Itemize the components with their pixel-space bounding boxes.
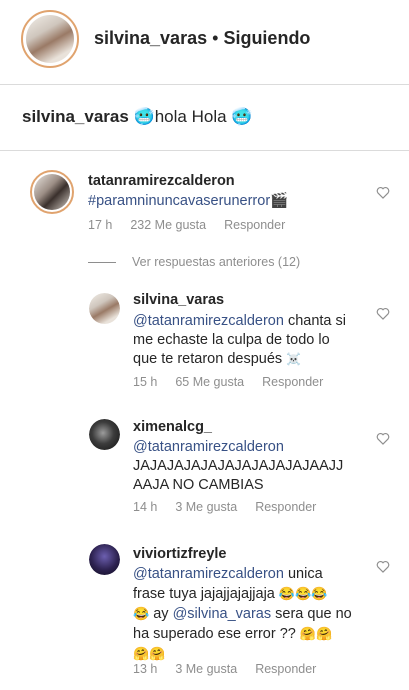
reply-mention[interactable]: @tatanramirezcalderon bbox=[133, 313, 284, 329]
heart-icon[interactable] bbox=[376, 186, 390, 199]
reply-time: 13 h bbox=[133, 662, 158, 676]
skull-emoji: ☠️ bbox=[286, 352, 302, 366]
heart-icon[interactable] bbox=[376, 432, 390, 445]
reply-time: 14 h bbox=[133, 500, 158, 514]
comment-avatar[interactable] bbox=[30, 170, 74, 214]
comment-username[interactable]: tatanramirezcalderon bbox=[88, 173, 235, 189]
caption-emoji-left: 🥶 bbox=[133, 107, 155, 126]
reply-mention-2[interactable]: @silvina_varas bbox=[173, 606, 272, 622]
comment-time: 17 h bbox=[88, 218, 113, 232]
caption-username[interactable]: silvina_varas bbox=[22, 107, 129, 126]
caption-divider bbox=[0, 150, 409, 151]
caption: silvina_varas 🥶hola Hola 🥶 bbox=[22, 107, 252, 127]
laughing-emoji: 😂😂😂 bbox=[278, 586, 328, 601]
reply-avatar[interactable] bbox=[89, 293, 120, 324]
comment-likes[interactable]: 232 Me gusta bbox=[130, 218, 206, 232]
comment-reply-button[interactable]: Responder bbox=[224, 218, 285, 232]
reply-reply-button[interactable]: Responder bbox=[255, 662, 316, 676]
reply-username[interactable]: silvina_varas bbox=[133, 292, 224, 308]
reply-username[interactable]: ximenalcg_ bbox=[133, 419, 212, 435]
header-avatar[interactable] bbox=[21, 10, 79, 68]
reply-likes[interactable]: 3 Me gusta bbox=[175, 500, 237, 514]
reply-avatar[interactable] bbox=[89, 544, 120, 575]
hugging-emoji: 🤗🤗 bbox=[133, 646, 166, 661]
caption-text: hola Hola bbox=[154, 107, 227, 126]
heart-icon[interactable] bbox=[376, 307, 390, 320]
reply-username[interactable]: viviortizfreyle bbox=[133, 546, 227, 562]
reply-text: @tatanramirezcalderon unica frase tuya j… bbox=[133, 565, 378, 663]
comment-emoji: 🎬 bbox=[270, 193, 289, 209]
follow-status-button[interactable]: Siguiendo bbox=[223, 28, 310, 48]
reply-reply-button[interactable]: Responder bbox=[255, 500, 316, 514]
view-replies-link[interactable]: Ver respuestas anteriores (12) bbox=[132, 255, 300, 269]
reply-text: @tatanramirezcalderon JAJAJAJAJAJAJAJAJA… bbox=[133, 438, 373, 495]
reply-time: 15 h bbox=[133, 375, 158, 389]
header-bar: silvina_varas • Siguiendo bbox=[0, 0, 409, 80]
view-replies-line bbox=[88, 262, 116, 263]
laughing-emoji: 😂 bbox=[133, 606, 150, 621]
caption-emoji-right: 🥶 bbox=[231, 107, 253, 126]
reply-text: @tatanramirezcalderon chanta si me echas… bbox=[133, 313, 347, 367]
reply-reply-button[interactable]: Responder bbox=[262, 375, 323, 389]
comment-hashtag[interactable]: #paramninuncavaserunerror bbox=[88, 193, 270, 209]
reply-likes[interactable]: 65 Me gusta bbox=[175, 375, 244, 389]
header-username[interactable]: silvina_varas bbox=[94, 28, 207, 48]
header-separator: • bbox=[212, 28, 219, 48]
heart-icon[interactable] bbox=[376, 560, 390, 573]
reply-mention[interactable]: @tatanramirezcalderon bbox=[133, 566, 284, 582]
reply-likes[interactable]: 3 Me gusta bbox=[175, 662, 237, 676]
header-divider bbox=[0, 84, 409, 85]
reply-avatar[interactable] bbox=[89, 419, 120, 450]
hugging-emoji: 🤗🤗 bbox=[299, 626, 333, 641]
reply-mention[interactable]: @tatanramirezcalderon bbox=[133, 438, 373, 457]
